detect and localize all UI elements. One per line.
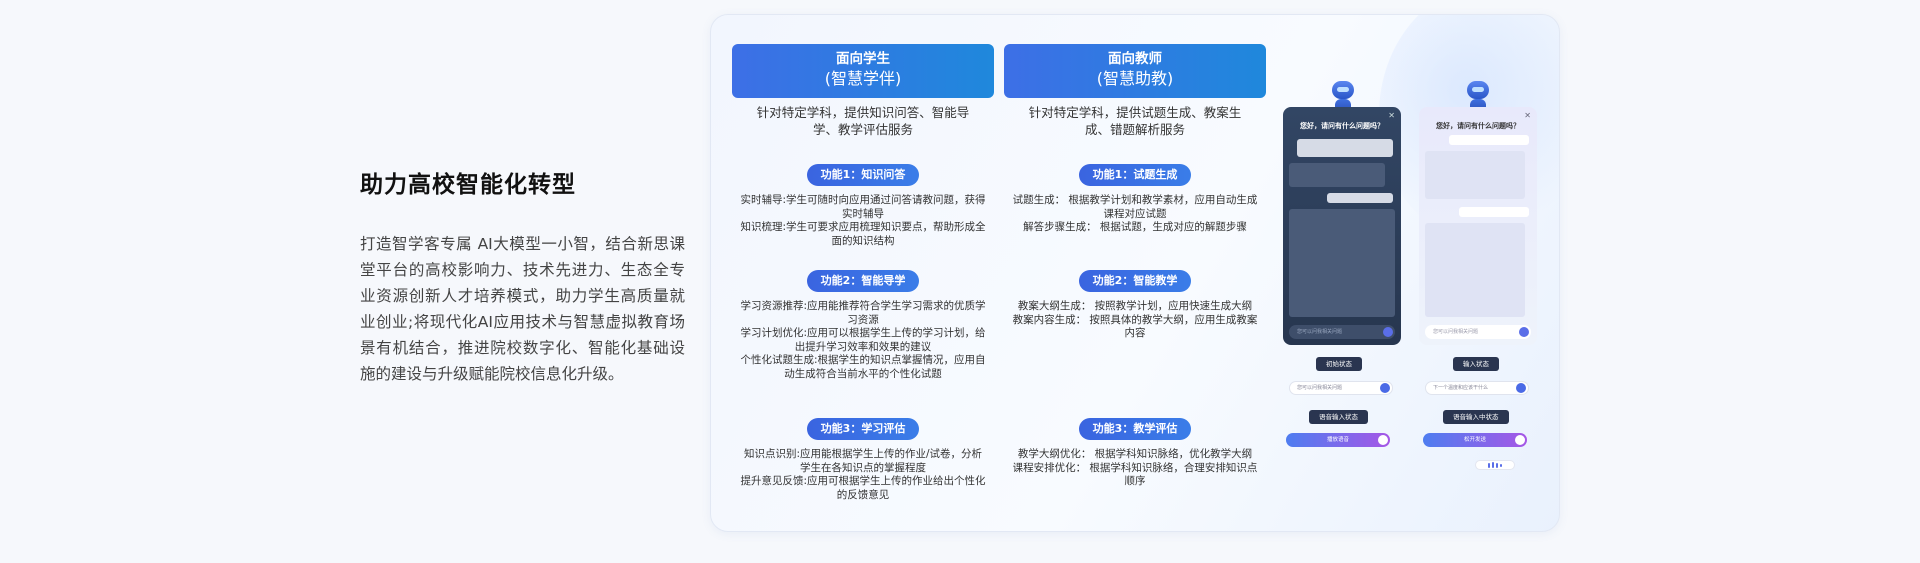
intro-body: 打造智学客专属 AI大模型一小智，结合新思课堂平台的高校影响力、技术先进力、生态… xyxy=(360,235,685,383)
chat-message-ai xyxy=(1289,163,1385,187)
microphone-icon xyxy=(1378,435,1388,445)
close-icon[interactable]: ✕ xyxy=(1388,111,1395,120)
students-subtitle: (智慧学伴) xyxy=(824,69,902,88)
chat-message-ai xyxy=(1425,223,1525,317)
voice-input-state-label: 语音输入状态 xyxy=(1309,410,1368,424)
feature-pill: 功能3：学习评估 xyxy=(806,418,920,440)
chat-preview-light: ✕ 您好，请问有什么问题吗？ 您可以问我相关问题 xyxy=(1419,107,1537,345)
initial-state-label: 初始状态 xyxy=(1316,357,1362,371)
feature-line: 试题生成： 根据教学计划和教学素材，应用自动生成课程对应试题 xyxy=(1012,194,1258,220)
teacher-feature-3: 功能3：教学评估 教学大纲优化： 根据学科知识脉络，优化教学大纲 课程安排优化：… xyxy=(1004,417,1266,489)
microphone-icon xyxy=(1515,435,1525,445)
teachers-column: 面向教师 (智慧助教) 针对特定学科，提供试题生成、教案生成、错题解析服务 功能… xyxy=(1004,44,1266,487)
feature-pill: 功能1：知识问答 xyxy=(806,164,920,186)
chat-greeting: 您好，请问有什么问题吗？ xyxy=(1300,122,1384,130)
feature-line: 学习计划优化:应用可以根据学生上传的学习计划，给出提升学习效率和效果的建议 xyxy=(740,327,986,353)
students-description: 针对特定学科，提供知识问答、智能导学、教学评估服务 xyxy=(756,105,970,137)
chat-message-user xyxy=(1459,207,1529,217)
feature-line: 实时辅导:学生可随时向应用通过问答请教问题，获得实时辅导 xyxy=(740,194,986,220)
bar-label: 松开发送 xyxy=(1463,437,1486,443)
chat-message-user xyxy=(1327,193,1393,203)
teacher-feature-2: 功能2：智能教学 教案大纲生成： 按照教学计划，应用快速生成大纲 教案内容生成：… xyxy=(1004,269,1266,341)
chat-message-ai xyxy=(1289,209,1395,317)
teachers-header: 面向教师 (智慧助教) xyxy=(1004,44,1266,98)
chat-input[interactable]: 您可以问我相关问题 xyxy=(1425,325,1531,339)
input-state-label: 输入状态 xyxy=(1453,357,1499,371)
page: 助力高校智能化转型 打造智学客专属 AI大模型一小智，结合新思课堂平台的高校影响… xyxy=(0,0,1920,563)
feature-line: 学习资源推荐:应用能推荐符合学生学习需求的优质学习资源 xyxy=(740,300,986,326)
student-feature-3: 功能3：学习评估 知识点识别:应用能根据学生上传的作业/试卷，分析学生在各知识点… xyxy=(732,417,994,502)
student-feature-1: 功能1：知识问答 实时辅导:学生可随时向应用通过问答请教问题，获得实时辅导 知识… xyxy=(732,163,994,248)
chat-preview-dark: ✕ 您好，请问有什么问题吗？ 您可以问我相关问题 xyxy=(1283,107,1401,345)
close-icon[interactable]: ✕ xyxy=(1524,111,1531,120)
feature-line: 提升意见反馈:应用可根据学生上传的作业给出个性化的反馈意见 xyxy=(740,475,986,501)
voice-recording-state-label: 语音输入中状态 xyxy=(1443,410,1509,424)
feature-line: 解答步骤生成： 根据试题，生成对应的解题步骤 xyxy=(1023,221,1247,233)
intro-title: 助力高校智能化转型 xyxy=(360,172,576,198)
teachers-description: 针对特定学科，提供试题生成、教案生成、错题解析服务 xyxy=(1028,105,1242,137)
students-column: 面向学生 (智慧学伴) 针对特定学科，提供知识问答、智能导学、教学评估服务 功能… xyxy=(732,44,994,501)
feature-line: 教案内容生成： 按照具体的教学大纲，应用生成教案内容 xyxy=(1012,313,1258,340)
feature-line: 教案大纲生成： 按照教学计划，应用快速生成大纲 xyxy=(1017,300,1253,312)
send-icon[interactable] xyxy=(1519,327,1529,337)
feature-pill: 功能3：教学评估 xyxy=(1078,418,1192,440)
students-header: 面向学生 (智慧学伴) xyxy=(732,44,994,98)
chat-input[interactable]: 您可以问我相关问题 xyxy=(1289,325,1395,339)
text-input-field[interactable]: 下一个温度和应该干什么 xyxy=(1425,381,1529,395)
hold-to-talk-bar[interactable]: 播放语音 xyxy=(1286,433,1390,447)
feature-pill: 功能1：试题生成 xyxy=(1078,164,1192,186)
input-placeholder: 您可以问我相关问题 xyxy=(1297,385,1343,391)
feature-line: 个性化试题生成:根据学生的知识点掌握情况，应用自动生成符合当前水平的个性化试题 xyxy=(740,354,986,380)
students-title: 面向学生 xyxy=(836,51,890,67)
chat-message-user xyxy=(1297,139,1393,157)
feature-card: 面向学生 (智慧学伴) 针对特定学科，提供知识问答、智能导学、教学评估服务 功能… xyxy=(710,14,1560,532)
feature-pill: 功能2：智能教学 xyxy=(1078,270,1192,292)
chat-greeting: 您好，请问有什么问题吗？ xyxy=(1436,122,1520,130)
feature-line: 课程安排优化： 根据学科知识脉络，合理安排知识点顺序 xyxy=(1012,461,1258,488)
feature-line: 知识点识别:应用能根据学生上传的作业/试卷，分析学生在各知识点的掌握程度 xyxy=(743,448,983,474)
send-icon[interactable] xyxy=(1516,383,1526,393)
chat-input-placeholder: 您可以问我相关问题 xyxy=(1433,329,1479,335)
teachers-subtitle: (智慧助教) xyxy=(1096,69,1174,88)
intro-section: 助力高校智能化转型 打造智学客专属 AI大模型一小智，结合新思课堂平台的高校影响… xyxy=(360,165,685,387)
feature-pill: 功能2：智能导学 xyxy=(806,270,920,292)
voice-input-field[interactable]: 您可以问我相关问题 xyxy=(1289,381,1393,395)
microphone-icon[interactable] xyxy=(1380,383,1390,393)
student-feature-2: 功能2：智能导学 学习资源推荐:应用能推荐符合学生学习需求的优质学习资源 学习计… xyxy=(732,269,994,381)
chat-message-user xyxy=(1449,135,1529,145)
release-to-send-bar[interactable]: 松开发送 xyxy=(1423,433,1527,447)
teachers-title: 面向教师 xyxy=(1108,51,1162,67)
teacher-feature-1: 功能1：试题生成 试题生成： 根据教学计划和教学素材，应用自动生成课程对应试题 … xyxy=(1004,163,1266,235)
feature-line: 教学大纲优化： 根据学科知识脉络，优化教学大纲 xyxy=(1017,448,1253,460)
chat-input-placeholder: 您可以问我相关问题 xyxy=(1297,329,1343,335)
sound-wave-icon xyxy=(1475,460,1515,470)
send-icon[interactable] xyxy=(1383,327,1393,337)
chat-message-ai xyxy=(1425,151,1525,199)
feature-line: 知识梳理:学生可要求应用梳理知识要点，帮助形成全面的知识结构 xyxy=(740,221,986,247)
input-text: 下一个温度和应该干什么 xyxy=(1433,385,1489,391)
bar-label: 播放语音 xyxy=(1326,437,1349,443)
